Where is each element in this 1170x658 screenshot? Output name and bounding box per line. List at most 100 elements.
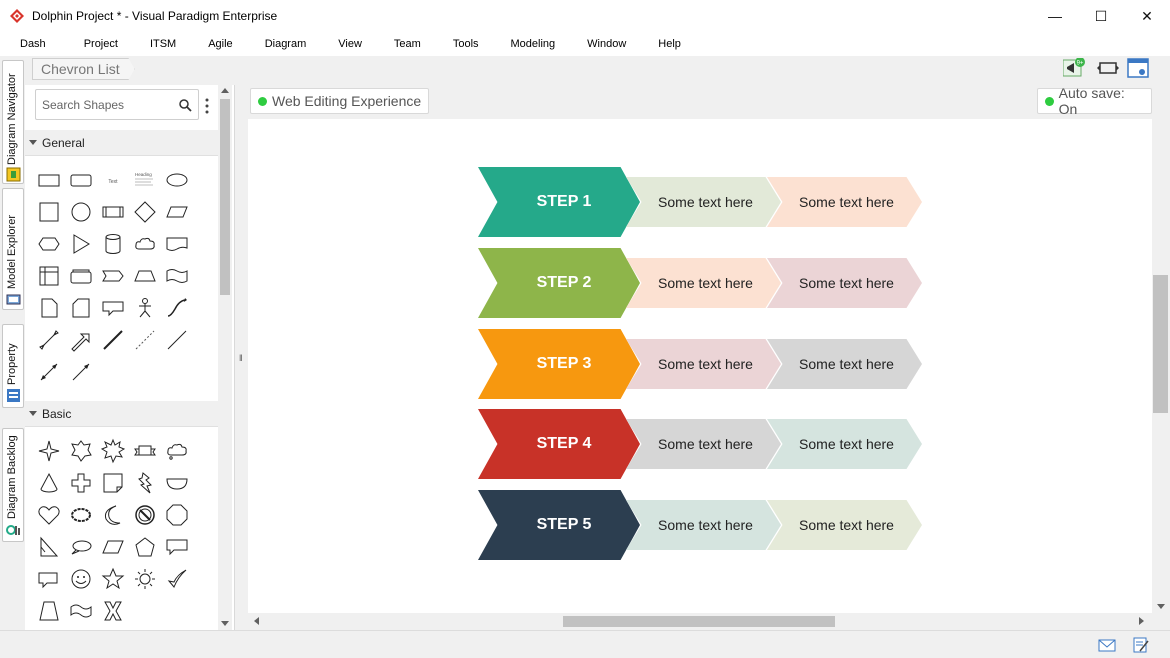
cone-shape[interactable] — [33, 467, 65, 499]
triangle-shape[interactable] — [65, 228, 97, 260]
block-arrow-shape[interactable] — [65, 324, 97, 356]
step-3-chevron[interactable]: STEP 3 — [478, 329, 640, 399]
rectangle-shape[interactable] — [33, 164, 65, 196]
tab-diagram-backlog[interactable]: Diagram Backlog — [2, 428, 24, 542]
shape-panel-scrollbar[interactable] — [218, 85, 232, 630]
two-way-arrow-line-shape[interactable] — [33, 356, 65, 388]
menu-team[interactable]: Team — [394, 38, 421, 50]
menu-diagram[interactable]: Diagram — [265, 38, 307, 50]
step-3-text-2[interactable]: Some text here — [767, 339, 922, 389]
circle-shape[interactable] — [65, 196, 97, 228]
curve-connector-shape[interactable] — [161, 292, 193, 324]
scroll-down-arrow-icon[interactable] — [1157, 604, 1165, 609]
four-point-star-shape[interactable] — [33, 435, 65, 467]
cylinder-shape[interactable] — [97, 228, 129, 260]
square-shape[interactable] — [33, 196, 65, 228]
x-shape[interactable] — [97, 595, 129, 627]
callout-shape[interactable] — [97, 292, 129, 324]
step-5-text-1[interactable]: Some text here — [626, 500, 781, 550]
smiley-shape[interactable] — [65, 563, 97, 595]
actor-shape[interactable] — [129, 292, 161, 324]
hexagon-shape[interactable] — [33, 228, 65, 260]
scalloped-shape[interactable] — [65, 499, 97, 531]
ribbon-shape[interactable] — [129, 435, 161, 467]
octagon-shape[interactable] — [161, 499, 193, 531]
heart-shape[interactable] — [33, 499, 65, 531]
menu-agile[interactable]: Agile — [208, 38, 232, 50]
folded-corner-shape[interactable] — [97, 467, 129, 499]
menu-modeling[interactable]: Modeling — [511, 38, 556, 50]
step-4-chevron[interactable]: STEP 4 — [478, 409, 640, 479]
oval-callout-shape[interactable] — [65, 531, 97, 563]
arrow-line-shape[interactable] — [65, 356, 97, 388]
scroll-left-arrow-icon[interactable] — [254, 617, 259, 625]
fit-diagram-icon[interactable] — [1097, 58, 1119, 78]
tall-trapezoid-shape[interactable] — [33, 595, 65, 627]
panel-splitter[interactable]: ‖ — [236, 85, 246, 630]
star-shape[interactable] — [97, 563, 129, 595]
step-5-chevron[interactable]: STEP 5 — [478, 490, 640, 560]
cut-corner-shape[interactable] — [65, 292, 97, 324]
menu-dash[interactable]: Dash — [20, 38, 46, 50]
cross-shape[interactable] — [65, 467, 97, 499]
menu-view[interactable]: View — [338, 38, 362, 50]
canvas-horizontal-scrollbar[interactable] — [248, 613, 1152, 630]
cloud-shape[interactable] — [129, 228, 161, 260]
close-button[interactable]: ✕ — [1124, 0, 1170, 32]
maximize-button[interactable]: ☐ — [1078, 0, 1124, 32]
half-circle-shape[interactable] — [161, 467, 193, 499]
step-2-chevron[interactable]: STEP 2 — [478, 248, 640, 318]
canvas-vertical-scroll-thumb[interactable] — [1153, 275, 1168, 413]
sun-shape[interactable] — [129, 563, 161, 595]
rect-callout-shape[interactable] — [161, 531, 193, 563]
scroll-up-arrow-icon[interactable] — [221, 88, 229, 93]
pentagon-shape[interactable] — [129, 531, 161, 563]
canvas-vertical-scrollbar[interactable] — [1152, 85, 1170, 613]
cloud-callout-shape[interactable] — [161, 435, 193, 467]
notification-megaphone-icon[interactable]: 9+ — [1063, 58, 1085, 78]
web-editing-chip[interactable]: Web Editing Experience — [250, 88, 430, 114]
document-shape[interactable] — [161, 228, 193, 260]
moon-shape[interactable] — [97, 499, 129, 531]
more-options-icon[interactable] — [205, 98, 209, 114]
menu-itsm[interactable]: ITSM — [150, 38, 176, 50]
slanted-rect-shape[interactable] — [97, 531, 129, 563]
no-symbol-shape[interactable] — [129, 499, 161, 531]
step-4-text-1[interactable]: Some text here — [626, 419, 781, 469]
rounded-rectangle-shape[interactable] — [65, 164, 97, 196]
star-seal-shape[interactable] — [65, 435, 97, 467]
step-5-text-2[interactable]: Some text here — [767, 500, 922, 550]
flag-wave-shape[interactable] — [65, 595, 97, 627]
parallelogram-shape[interactable] — [161, 196, 193, 228]
checkmark-shape[interactable] — [161, 563, 193, 595]
step-4-text-2[interactable]: Some text here — [767, 419, 922, 469]
search-shapes-input[interactable] — [36, 90, 171, 119]
minimize-button[interactable]: — — [1032, 0, 1078, 32]
trapezoid-shape[interactable] — [129, 260, 161, 292]
double-arrow-shape[interactable] — [33, 324, 65, 356]
search-icon[interactable] — [179, 99, 192, 112]
shape-panel-scroll-thumb[interactable] — [220, 99, 230, 295]
menu-tools[interactable]: Tools — [453, 38, 479, 50]
step-1-text-1[interactable]: Some text here — [626, 177, 781, 227]
diagram-canvas[interactable]: STEP 1 Some text here Some text here STE… — [248, 119, 1152, 613]
table-shape[interactable] — [33, 260, 65, 292]
splitter-grip-icon[interactable]: ‖ — [239, 353, 243, 363]
tab-diagram-navigator[interactable]: Diagram Navigator — [2, 60, 24, 184]
section-basic-header[interactable]: Basic — [25, 401, 218, 427]
edit-document-icon[interactable] — [1132, 637, 1150, 653]
wave-shape[interactable] — [161, 260, 193, 292]
autosave-chip[interactable]: Auto save: On — [1037, 85, 1152, 117]
tab-property[interactable]: Property — [2, 324, 24, 408]
section-general-header[interactable]: General — [25, 130, 218, 156]
tab-model-explorer[interactable]: Model Explorer — [2, 188, 24, 310]
text-shape[interactable]: Text — [97, 164, 129, 196]
explosion-shape[interactable] — [97, 435, 129, 467]
lightning-shape[interactable] — [129, 467, 161, 499]
step-2-text-2[interactable]: Some text here — [767, 258, 922, 308]
ellipse-shape[interactable] — [161, 164, 193, 196]
mail-icon[interactable] — [1098, 637, 1116, 653]
scroll-down-arrow-icon[interactable] — [221, 621, 229, 626]
heading-shape[interactable]: Heading — [129, 164, 161, 196]
canvas-horizontal-scroll-thumb[interactable] — [563, 616, 835, 627]
